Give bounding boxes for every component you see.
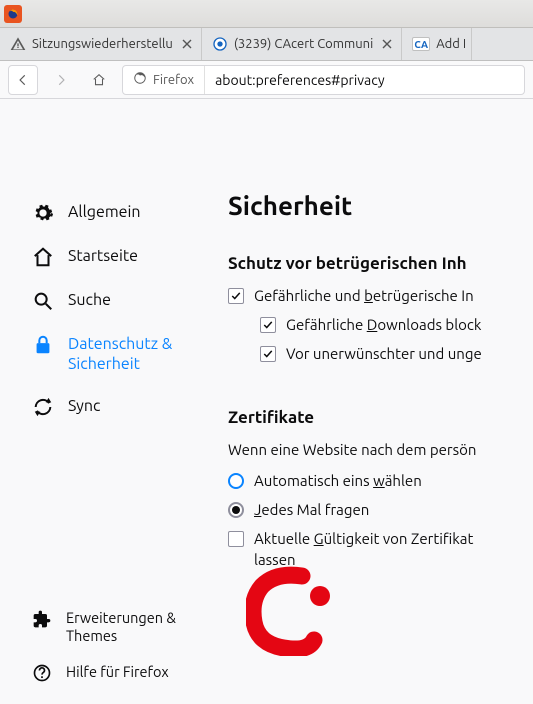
sidebar-item-label: Sync xyxy=(68,396,100,416)
sidebar-item-search[interactable]: Suche xyxy=(28,279,228,323)
option-label: lassen xyxy=(254,551,296,568)
lock-icon xyxy=(32,334,54,356)
sidebar-item-extensions[interactable]: Erweiterungen & Themes xyxy=(28,600,228,654)
sidebar-item-label: Startseite xyxy=(68,246,138,266)
firefox-app-icon xyxy=(4,5,22,23)
section-certificates: Zertifikate Wenn eine Website nach dem p… xyxy=(228,408,533,568)
tab-session-restore[interactable]: Sitzungswiederherstellu xyxy=(0,28,202,60)
option-warn-unwanted[interactable]: Vor unerwünschter und unge xyxy=(260,345,533,362)
sidebar-item-label: Suche xyxy=(68,290,111,310)
url-text: about:preferences#privacy xyxy=(205,72,395,88)
tab-strip: Sitzungswiederherstellu (3239) CAcert Co… xyxy=(0,28,533,61)
gear-icon xyxy=(32,202,54,224)
sidebar-item-label: Allgemein xyxy=(68,202,140,222)
nav-toolbar: Firefox about:preferences#privacy xyxy=(0,61,533,99)
option-label: Gefährliche Downloads block xyxy=(286,316,481,333)
checkbox[interactable] xyxy=(260,346,276,362)
sidebar-item-label: Hilfe für Firefox xyxy=(66,663,169,681)
sidebar-item-sync[interactable]: Sync xyxy=(28,385,228,429)
section-deceptive-content: Schutz vor betrügerischen Inh Gefährlich… xyxy=(228,254,533,362)
checkbox[interactable] xyxy=(228,288,244,304)
warning-icon xyxy=(10,36,26,52)
cacert-icon xyxy=(212,36,228,52)
section-heading-security: Sicherheit xyxy=(228,191,533,220)
url-bar[interactable]: Firefox about:preferences#privacy xyxy=(122,65,525,95)
sidebar-item-privacy[interactable]: Datenschutz & Sicherheit xyxy=(28,323,228,385)
close-icon[interactable] xyxy=(179,36,195,52)
tab-label: Sitzungswiederherstellu xyxy=(32,37,173,51)
checkbox[interactable] xyxy=(260,317,276,333)
subheading-certificates: Zertifikate xyxy=(228,408,533,427)
option-label: Automatisch eins wählen xyxy=(254,472,422,489)
checkbox-ocsp[interactable]: Aktuelle Gültigkeit von Zertifikat xyxy=(228,530,533,547)
subheading-deceptive: Schutz vor betrügerischen Inh xyxy=(228,254,533,273)
identity-label: Firefox xyxy=(153,73,194,87)
sidebar-item-general[interactable]: Allgemein xyxy=(28,191,228,235)
tab-label: (3239) CAcert Communi xyxy=(234,37,373,51)
search-icon xyxy=(32,290,54,312)
preferences-sidebar: Allgemein Startseite Suche Datenschutz &… xyxy=(0,99,228,704)
sidebar-item-help[interactable]: Hilfe für Firefox xyxy=(28,654,228,692)
identity-box[interactable]: Firefox xyxy=(123,66,205,94)
option-label: Aktuelle Gültigkeit von Zertifikat xyxy=(254,530,473,547)
option-label: Gefährliche und betrügerische In xyxy=(254,287,474,304)
checkbox-ocsp-line2: lassen xyxy=(254,551,533,568)
sidebar-item-label: Erweiterungen & Themes xyxy=(66,609,220,645)
radio[interactable] xyxy=(228,473,244,489)
checkbox[interactable] xyxy=(228,531,244,547)
sidebar-item-home[interactable]: Startseite xyxy=(28,235,228,279)
tab-label: Add New xyxy=(436,37,465,51)
sync-icon xyxy=(32,396,54,418)
option-block-downloads[interactable]: Gefährliche Downloads block xyxy=(260,316,533,333)
tab-cacert[interactable]: (3239) CAcert Communi xyxy=(202,28,402,60)
back-button[interactable] xyxy=(8,65,38,95)
option-block-dangerous[interactable]: Gefährliche und betrügerische In xyxy=(228,287,533,304)
option-label: Jedes Mal fragen xyxy=(254,501,369,518)
radio[interactable] xyxy=(228,502,244,518)
puzzle-icon xyxy=(32,609,52,629)
firefox-brand-icon xyxy=(133,71,147,88)
home-icon xyxy=(32,246,54,268)
tab-add-new[interactable]: CA Add New xyxy=(402,28,472,60)
preferences-pane: Allgemein Startseite Suche Datenschutz &… xyxy=(0,99,533,704)
window-titlebar xyxy=(0,0,533,28)
close-icon[interactable] xyxy=(379,36,395,52)
radio-auto-select[interactable]: Automatisch eins wählen xyxy=(228,472,533,489)
home-button[interactable] xyxy=(84,65,114,95)
help-icon xyxy=(32,663,52,683)
sidebar-item-label: Datenschutz & Sicherheit xyxy=(68,334,220,374)
option-label: Vor unerwünschter und unge xyxy=(286,345,482,362)
certificates-intro: Wenn eine Website nach dem persön xyxy=(228,441,476,458)
preferences-main: Sicherheit Schutz vor betrügerischen Inh… xyxy=(228,99,533,704)
radio-ask-every-time[interactable]: Jedes Mal fragen xyxy=(228,501,533,518)
ca-badge-icon: CA xyxy=(412,37,430,51)
forward-button[interactable] xyxy=(46,65,76,95)
